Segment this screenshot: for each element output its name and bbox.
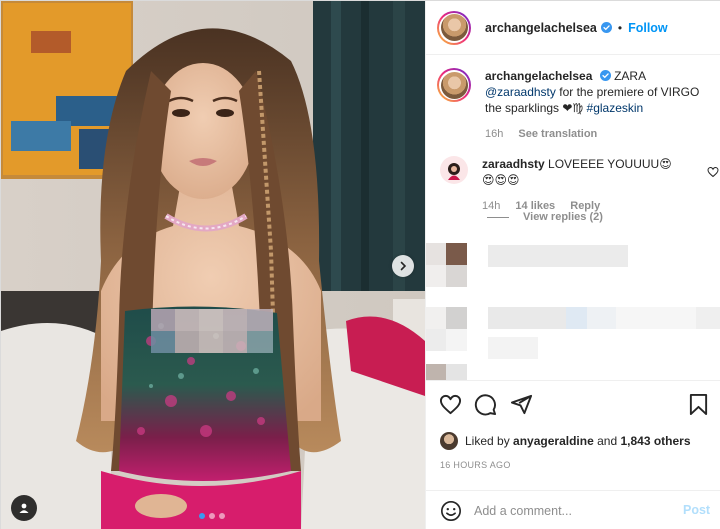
caption-time[interactable]: 16h	[485, 128, 503, 140]
next-photo-button[interactable]	[392, 255, 414, 277]
post-timestamp[interactable]: 16 HOURS AGO	[440, 460, 511, 470]
heart-icon[interactable]	[439, 393, 462, 416]
caption-text-part-1: ZARA	[614, 69, 646, 83]
liked-by-prefix: Liked by	[465, 434, 510, 448]
likes-summary: Liked by anyageraldine and 1,843 others	[440, 432, 691, 450]
carousel-dot-2	[209, 513, 215, 519]
caption-meta: 16h See translation	[485, 126, 705, 142]
author-username[interactable]: archangelachelsea	[485, 21, 597, 35]
liker-avatar[interactable]	[440, 432, 458, 450]
post-side-panel: archangelachelsea • Follow archangelache…	[425, 1, 720, 529]
commenter-avatar-image	[448, 163, 460, 180]
liker-username[interactable]: anyageraldine	[513, 434, 594, 448]
post-header: archangelachelsea • Follow	[426, 1, 720, 55]
post-modal: archangelachelsea • Follow archangelache…	[0, 0, 720, 529]
add-comment-bar: Post	[426, 490, 720, 529]
comment-body: zaraadhsty LOVEEEE YOUUUU😍😍😍😍 14h 14 lik…	[482, 156, 682, 214]
bookmark-icon[interactable]	[688, 393, 709, 416]
post-comment-button[interactable]: Post	[683, 503, 710, 517]
chevron-right-icon	[400, 261, 407, 271]
caption-hashtag-link[interactable]: #glazeskin	[587, 101, 644, 115]
commenter-avatar[interactable]	[440, 156, 468, 184]
comments-list[interactable]: archangelachelsea ZARA @zaraadhsty for t…	[426, 56, 720, 380]
others-likes-link[interactable]: 1,843 others	[620, 434, 690, 448]
follow-button[interactable]: Follow	[628, 21, 668, 35]
user-tag-icon	[19, 503, 29, 513]
add-comment-input[interactable]	[474, 503, 664, 518]
post-photo[interactable]	[1, 1, 425, 529]
comment-author[interactable]: zaraadhsty	[482, 157, 545, 171]
verified-badge-icon	[599, 70, 611, 81]
emoji-icon[interactable]	[440, 500, 462, 522]
post-actions: Liked by anyageraldine and 1,843 others …	[426, 380, 720, 498]
tagged-users-button[interactable]	[11, 495, 37, 521]
view-replies-label: View replies (2)	[523, 211, 603, 223]
comment-icon[interactable]	[474, 393, 497, 416]
carousel-dot-1	[199, 513, 205, 519]
comment-item: zaraadhsty LOVEEEE YOUUUU😍😍😍😍 14h 14 lik…	[437, 156, 719, 214]
share-icon[interactable]	[510, 393, 533, 416]
liked-by-and: and	[597, 434, 618, 448]
carousel-dot-3	[219, 513, 225, 519]
carousel-indicator	[199, 513, 225, 519]
caption-mention-link[interactable]: @zaraadhsty	[485, 85, 556, 99]
caption: archangelachelsea ZARA @zaraadhsty for t…	[437, 68, 717, 142]
view-replies-line	[487, 216, 509, 218]
author-avatar[interactable]	[437, 10, 471, 45]
photo-illustration	[1, 1, 425, 529]
header-separator: •	[617, 20, 623, 35]
see-translation-button[interactable]: See translation	[518, 128, 597, 140]
caption-author[interactable]: archangelachelsea	[485, 69, 592, 83]
caption-text: archangelachelsea ZARA @zaraadhsty for t…	[485, 68, 705, 142]
action-icons	[439, 393, 711, 417]
verified-badge-icon	[600, 22, 612, 33]
comment-like-heart-icon[interactable]	[707, 166, 719, 178]
caption-author-avatar[interactable]	[437, 68, 471, 102]
view-replies-button[interactable]: View replies (2)	[487, 211, 603, 223]
